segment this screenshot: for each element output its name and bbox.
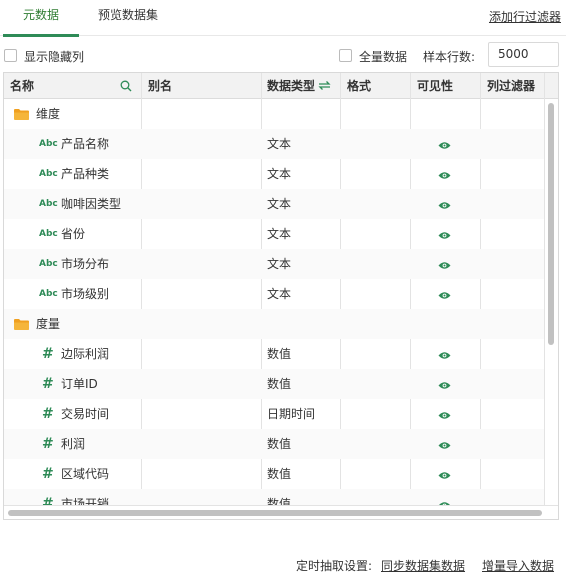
number-type-icon: # xyxy=(42,406,54,422)
column-header-name-label: 名称 xyxy=(10,79,35,93)
add-row-filter-link[interactable]: 添加行过滤器 xyxy=(489,8,561,25)
table-body: 维度 Abc 产品名称 文本 Abc 产品种类 文本 Abc 咖啡因类型 文本 Abc 省份 文本 Abc… xyxy=(4,99,544,505)
eye-icon[interactable] xyxy=(438,379,451,393)
schedule-label: 定时抽取设置: xyxy=(296,559,373,573)
horizontal-scrollbar-track xyxy=(4,505,558,519)
eye-icon[interactable] xyxy=(438,169,451,183)
vertical-scrollbar[interactable] xyxy=(548,103,554,345)
field-row[interactable]: # 交易时间 日期时间 xyxy=(4,399,544,429)
field-data-type[interactable]: 文本 xyxy=(267,189,291,219)
folder-icon xyxy=(13,108,30,124)
eye-icon[interactable] xyxy=(438,349,451,363)
eye-icon[interactable] xyxy=(438,439,451,453)
field-name: 市场级别 xyxy=(61,287,110,301)
field-row[interactable]: Abc 市场分布 文本 xyxy=(4,249,544,279)
folder-name: 度量 xyxy=(36,317,61,331)
text-type-icon: Abc xyxy=(39,259,58,269)
sample-rows-label: 样本行数: xyxy=(423,50,476,64)
eye-icon[interactable] xyxy=(438,469,451,483)
eye-icon[interactable] xyxy=(438,289,451,303)
folder-icon xyxy=(13,318,30,334)
field-name: 咖啡因类型 xyxy=(61,197,122,211)
tab-preview-dataset[interactable]: 预览数据集 xyxy=(88,0,168,36)
incremental-import-link[interactable]: 增量导入数据 xyxy=(482,557,554,574)
search-icon[interactable] xyxy=(120,80,132,92)
tab-metadata[interactable]: 元数据 xyxy=(3,0,79,37)
field-row[interactable]: Abc 产品名称 文本 xyxy=(4,129,544,159)
column-header-alias[interactable]: 别名 xyxy=(142,73,262,99)
show-hidden-label: 显示隐藏列 xyxy=(24,50,85,64)
eye-icon[interactable] xyxy=(438,229,451,243)
number-type-icon: # xyxy=(42,376,54,392)
field-row[interactable]: Abc 产品种类 文本 xyxy=(4,159,544,189)
text-type-icon: Abc xyxy=(39,169,58,179)
text-type-icon: Abc xyxy=(39,289,58,299)
text-type-icon: Abc xyxy=(39,139,58,149)
all-data-label: 全量数据 xyxy=(359,50,408,64)
number-type-icon: # xyxy=(42,346,54,362)
field-row[interactable]: # 利润 数值 xyxy=(4,429,544,459)
field-row[interactable]: # 区域代码 数值 xyxy=(4,459,544,489)
all-data-checkbox[interactable] xyxy=(339,49,352,62)
field-data-type[interactable]: 文本 xyxy=(267,219,291,249)
field-row[interactable]: # 订单ID 数值 xyxy=(4,369,544,399)
metadata-table: 名称 别名 数据类型 格式 可见性 列过滤器 维度 Abc 产品名称 文本 Abc 产品种… xyxy=(3,72,559,520)
tab-bar: 元数据 预览数据集 xyxy=(0,0,566,37)
field-name: 利润 xyxy=(61,437,86,451)
folder-row[interactable]: 维度 xyxy=(4,99,544,129)
field-data-type[interactable]: 文本 xyxy=(267,249,291,279)
number-type-icon: # xyxy=(42,496,54,505)
field-name: 边际利润 xyxy=(61,347,110,361)
sync-dataset-link[interactable]: 同步数据集数据 xyxy=(381,557,465,574)
field-name: 省份 xyxy=(61,227,86,241)
field-name: 市场分布 xyxy=(61,257,110,271)
folder-row[interactable]: 度量 xyxy=(4,309,544,339)
number-type-icon: # xyxy=(42,436,54,452)
field-data-type[interactable]: 数值 xyxy=(267,369,291,399)
horizontal-scrollbar[interactable] xyxy=(8,510,542,516)
text-type-icon: Abc xyxy=(39,229,58,239)
table-header: 名称 别名 数据类型 格式 可见性 列过滤器 xyxy=(4,73,558,99)
field-name: 产品种类 xyxy=(61,167,110,181)
sample-rows-input[interactable]: 5000 xyxy=(488,42,559,67)
column-header-data-type-label: 数据类型 xyxy=(267,79,316,93)
field-row[interactable]: # 市场开销 数值 xyxy=(4,489,544,505)
field-name: 订单ID xyxy=(61,377,98,391)
eye-icon[interactable] xyxy=(438,139,451,153)
field-data-type[interactable]: 数值 xyxy=(267,489,291,505)
field-name: 产品名称 xyxy=(61,137,110,151)
text-type-icon: Abc xyxy=(39,199,58,209)
column-header-column-filter[interactable]: 列过滤器 xyxy=(481,73,551,99)
field-row[interactable]: Abc 省份 文本 xyxy=(4,219,544,249)
column-header-visibility[interactable]: 可见性 xyxy=(411,73,481,99)
column-divider xyxy=(544,73,545,519)
field-row[interactable]: Abc 咖啡因类型 文本 xyxy=(4,189,544,219)
field-data-type[interactable]: 数值 xyxy=(267,429,291,459)
field-data-type[interactable]: 文本 xyxy=(267,159,291,189)
column-header-format[interactable]: 格式 xyxy=(341,73,411,99)
swap-icon[interactable] xyxy=(318,80,331,91)
field-data-type[interactable]: 日期时间 xyxy=(267,399,315,429)
folder-name: 维度 xyxy=(36,107,61,121)
field-data-type[interactable]: 文本 xyxy=(267,129,291,159)
eye-icon[interactable] xyxy=(438,409,451,423)
field-name: 市场开销 xyxy=(61,497,110,505)
number-type-icon: # xyxy=(42,466,54,482)
field-row[interactable]: Abc 市场级别 文本 xyxy=(4,279,544,309)
field-name: 区域代码 xyxy=(61,467,110,481)
show-hidden-checkbox[interactable] xyxy=(4,49,17,62)
field-row[interactable]: # 边际利润 数值 xyxy=(4,339,544,369)
field-data-type[interactable]: 文本 xyxy=(267,279,291,309)
field-name: 交易时间 xyxy=(61,407,110,421)
field-data-type[interactable]: 数值 xyxy=(267,459,291,489)
field-data-type[interactable]: 数值 xyxy=(267,339,291,369)
eye-icon[interactable] xyxy=(438,259,451,273)
eye-icon[interactable] xyxy=(438,199,451,213)
